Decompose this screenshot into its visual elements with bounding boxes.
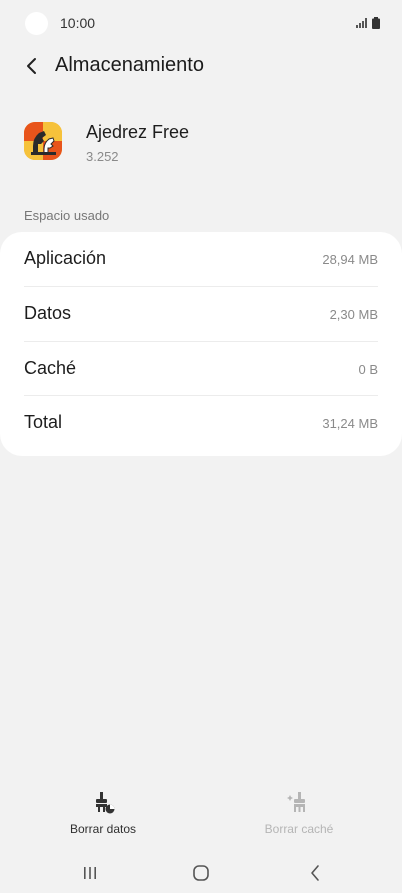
status-time: 10:00 xyxy=(60,15,96,31)
clear-cache-label: Borrar caché xyxy=(264,822,334,836)
page-title: Almacenamiento xyxy=(55,54,204,76)
row-label: Total xyxy=(24,412,63,432)
signal-icon xyxy=(356,18,367,28)
system-icons xyxy=(356,16,380,30)
storage-row-cache: Caché 0 B xyxy=(0,342,402,396)
top-app-bar: Almacenamiento xyxy=(0,46,402,86)
row-value: 31,24 MB xyxy=(322,416,378,431)
row-label: Datos xyxy=(24,303,72,323)
row-value: 28,94 MB xyxy=(322,252,378,267)
row-value: 0 B xyxy=(358,362,378,377)
section-header: Espacio usado xyxy=(24,208,110,223)
storage-row-data: Datos 2,30 MB xyxy=(0,287,402,341)
back-button[interactable] xyxy=(20,54,44,78)
home-icon xyxy=(193,865,209,881)
clear-cache-button[interactable]: Borrar caché xyxy=(229,790,369,836)
recents-icon xyxy=(84,867,96,879)
broom-pie-icon xyxy=(96,792,115,814)
recents-button[interactable] xyxy=(70,859,110,887)
row-label: Caché xyxy=(24,358,77,378)
home-button[interactable] xyxy=(181,859,221,887)
navigation-bar xyxy=(0,855,402,893)
row-label: Aplicación xyxy=(24,248,107,268)
clear-data-button[interactable]: Borrar datos xyxy=(33,790,173,836)
storage-card: Aplicación 28,94 MB Datos 2,30 MB Caché … xyxy=(0,232,402,456)
clear-data-label: Borrar datos xyxy=(69,822,137,836)
back-icon xyxy=(311,865,319,881)
app-info: Ajedrez Free 3.252 xyxy=(0,118,402,168)
storage-row-total: Total 31,24 MB xyxy=(0,396,402,450)
battery-icon xyxy=(372,17,380,29)
chevron-left-icon xyxy=(27,58,36,74)
nav-back-button[interactable] xyxy=(295,859,335,887)
app-name: Ajedrez Free xyxy=(86,122,190,142)
row-value: 2,30 MB xyxy=(329,307,378,322)
broom-sparkle-icon xyxy=(287,792,305,812)
chess-app-icon xyxy=(24,122,62,160)
storage-row-app: Aplicación 28,94 MB xyxy=(0,232,402,286)
app-version: 3.252 xyxy=(86,149,119,164)
camera-cutout xyxy=(25,12,48,35)
bottom-actions: Borrar datos Borrar caché xyxy=(0,790,402,842)
status-bar: 10:00 xyxy=(0,0,402,46)
